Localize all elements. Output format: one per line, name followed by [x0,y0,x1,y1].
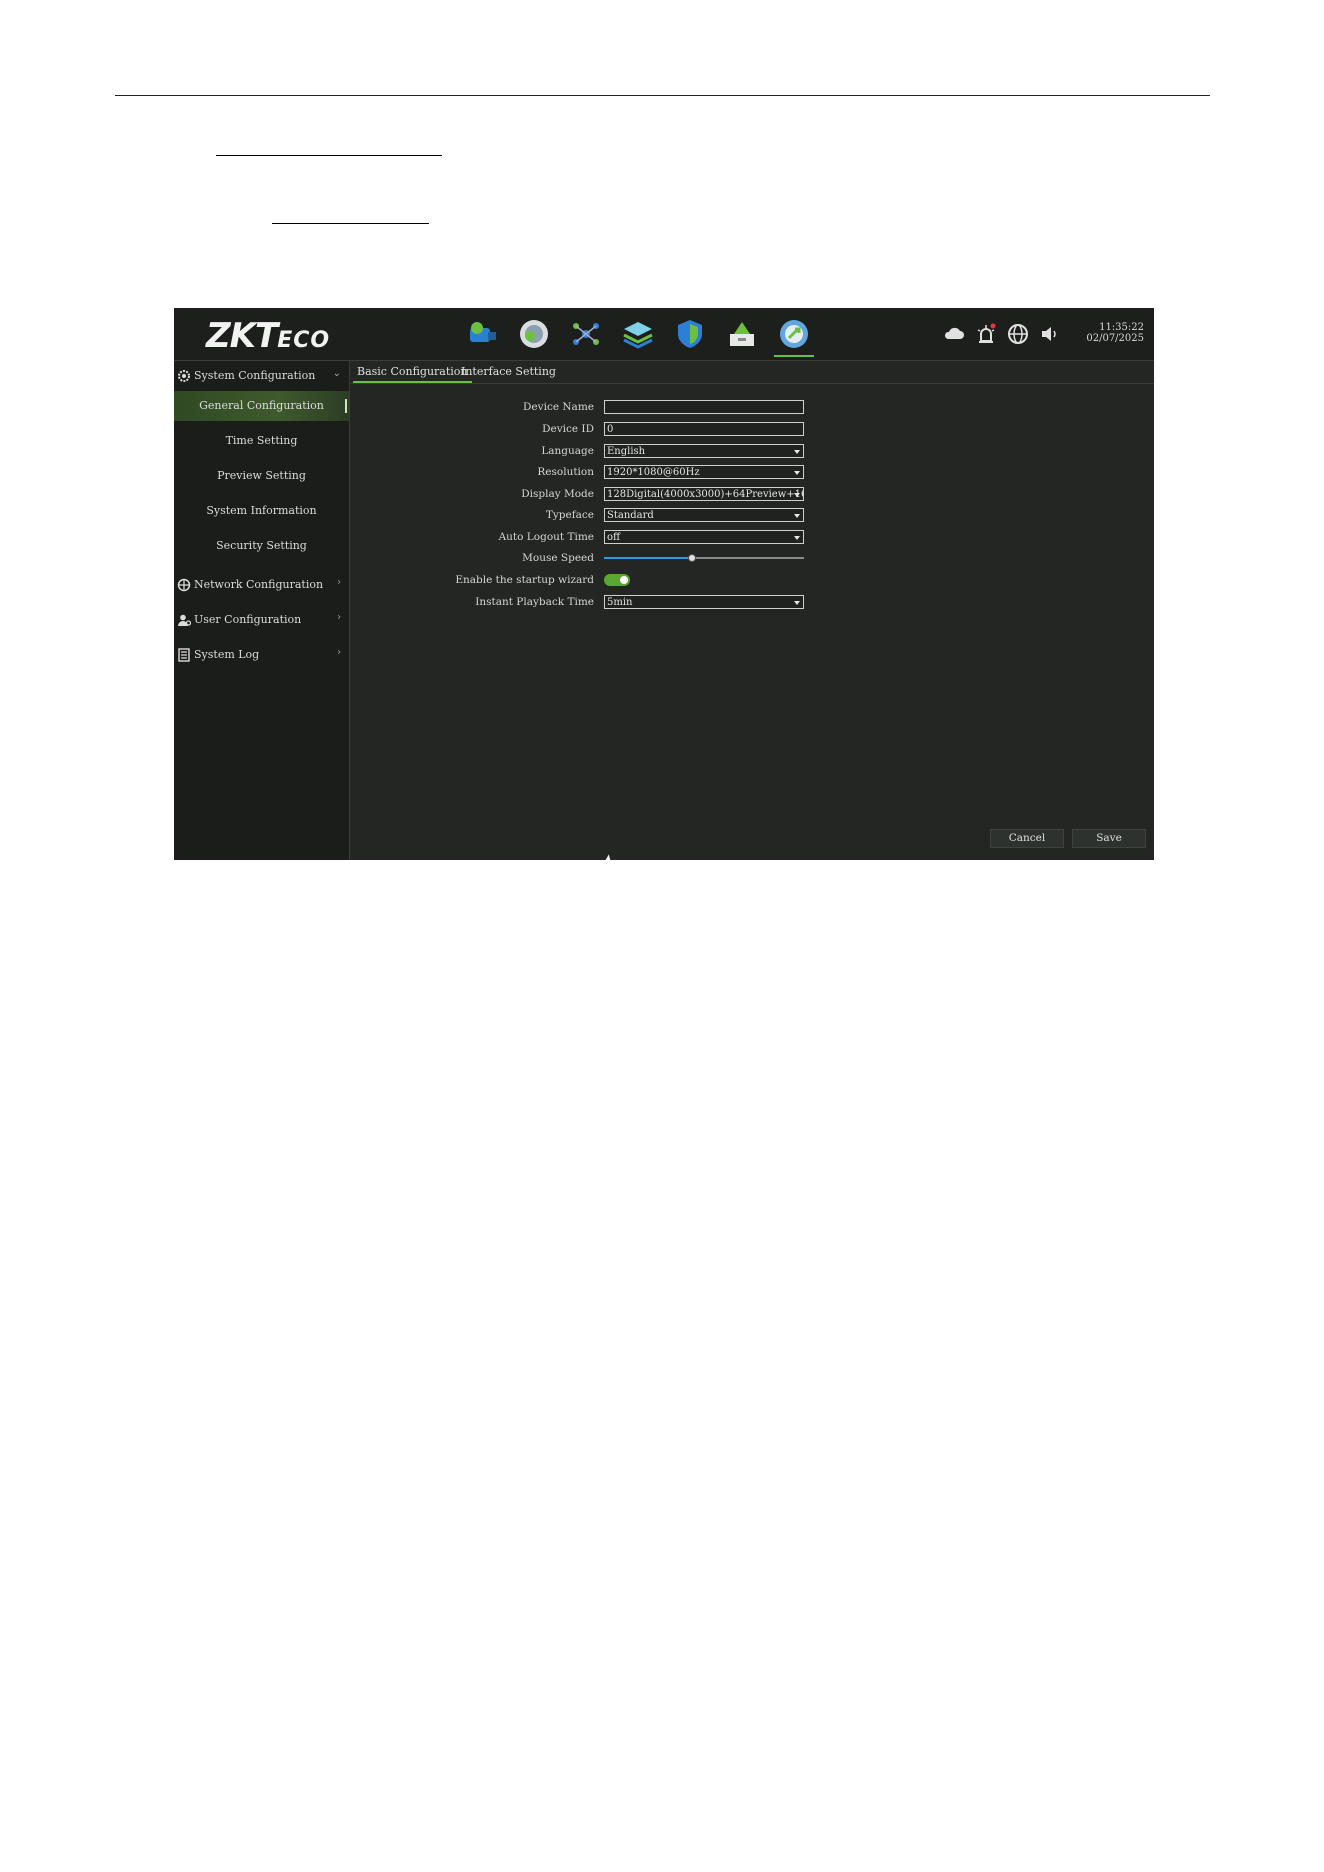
sidebar-item-security-setting[interactable]: Security Setting [174,531,349,561]
gear-icon [177,369,191,383]
auto-logout-select[interactable]: off [604,530,804,544]
sidebar-group-label: System Configuration [194,369,316,382]
device-id-input[interactable]: 0 [604,422,804,436]
sidebar-group-user-configuration[interactable]: User Configuration › [174,605,349,635]
sidebar-group-label: System Log [194,648,260,661]
display-mode-label: Display Mode [521,488,594,500]
chevron-right-icon: › [337,647,341,658]
clock-date: 02/07/2025 [1086,333,1144,344]
speaker-icon[interactable] [1038,322,1062,346]
sidebar: System Configuration ⌄ General Configura… [174,361,350,860]
sidebar-group-system-log[interactable]: System Log › [174,640,349,670]
instant-playback-value: 5min [607,597,633,608]
language-label: Language [541,445,594,457]
settings-gear-icon[interactable] [774,316,814,357]
sidebar-item-time-setting[interactable]: Time Setting [174,426,349,456]
clock-time: 11:35:22 [1099,322,1144,333]
typeface-select[interactable]: Standard [604,508,804,522]
sidebar-item-label: Preview Setting [217,469,306,482]
layers-icon[interactable] [620,316,656,352]
tab-basic-configuration[interactable]: Basic Configuration [353,365,472,383]
typeface-value: Standard [607,510,654,521]
mouse-cursor-icon [603,854,614,860]
sidebar-item-label: System Information [206,504,317,517]
instant-playback-label: Instant Playback Time [475,596,594,608]
storage-icon[interactable] [724,316,760,352]
toggle-knob [620,576,628,584]
chevron-right-icon: › [337,577,341,588]
sidebar-group-label: User Configuration [194,613,302,626]
resolution-value: 1920*1080@60Hz [607,467,700,478]
document-header-rule [115,95,1210,96]
active-indicator [345,399,347,413]
auto-logout-value: off [607,532,621,543]
typeface-label: Typeface [545,509,594,521]
sidebar-group-network-configuration[interactable]: Network Configuration › [174,570,349,600]
startup-wizard-label: Enable the startup wizard [455,574,594,586]
dropdown-arrow-icon [794,471,800,475]
device-name-label: Device Name [523,401,594,413]
display-mode-value: 128Digital(4000x3000)+64Preview+16Play [607,489,803,500]
tab-bar: Basic Configuration Interface Setting [351,361,1154,384]
mouse-speed-slider[interactable] [604,551,804,565]
top-bar: ZKTECO 11:35:22 02/07/2025 [174,308,1154,361]
cancel-button[interactable]: Cancel [990,829,1064,848]
chevron-right-icon: › [337,612,341,623]
startup-wizard-toggle[interactable] [604,574,630,586]
slider-handle[interactable] [688,554,696,562]
globe-icon[interactable] [1006,322,1030,346]
auto-logout-label: Auto Logout Time [498,531,594,543]
log-icon [177,648,191,662]
shield-icon[interactable] [672,316,708,352]
sidebar-group-system-configuration[interactable]: System Configuration ⌄ [174,361,349,391]
resolution-label: Resolution [537,466,594,478]
mouse-speed-label: Mouse Speed [522,552,594,564]
dropdown-arrow-icon [794,450,800,454]
playback-disc-icon[interactable] [516,316,552,352]
sidebar-item-general-configuration[interactable]: General Configuration [174,391,349,421]
language-select[interactable]: English [604,444,804,458]
network-icon [177,578,191,592]
sidebar-item-preview-setting[interactable]: Preview Setting [174,461,349,491]
network-hub-icon[interactable] [568,316,604,352]
dropdown-arrow-icon [794,536,800,540]
slider-fill [604,557,692,559]
sidebar-group-label: Network Configuration [194,578,324,591]
nvr-settings-screen: ZKTECO 11:35:22 02/07/2025 System Config… [174,308,1154,860]
dropdown-arrow-icon [794,514,800,518]
clock: 11:35:22 02/07/2025 [1086,322,1144,344]
document-subheading-underline [272,223,429,224]
language-value: English [607,446,646,457]
tab-interface-setting[interactable]: Interface Setting [461,365,556,378]
device-name-input[interactable] [604,400,804,414]
zkteco-logo: ZKTECO [206,316,331,356]
save-button[interactable]: Save [1072,829,1146,848]
display-mode-select[interactable]: 128Digital(4000x3000)+64Preview+16Play [604,487,804,501]
sidebar-item-label: General Configuration [199,399,324,412]
sidebar-item-system-information[interactable]: System Information [174,496,349,526]
dropdown-arrow-icon [794,601,800,605]
user-icon [177,613,192,627]
chevron-down-icon: ⌄ [332,368,341,379]
dropdown-arrow-icon [794,493,800,497]
sidebar-item-label: Time Setting [225,434,298,447]
resolution-select[interactable]: 1920*1080@60Hz [604,465,804,479]
document-heading-underline [216,155,442,156]
device-id-label: Device ID [542,423,594,435]
alarm-icon[interactable] [974,322,998,346]
sidebar-item-label: Security Setting [216,539,307,552]
camera-icon[interactable] [464,316,500,352]
instant-playback-select[interactable]: 5min [604,595,804,609]
cloud-icon[interactable] [942,322,966,346]
